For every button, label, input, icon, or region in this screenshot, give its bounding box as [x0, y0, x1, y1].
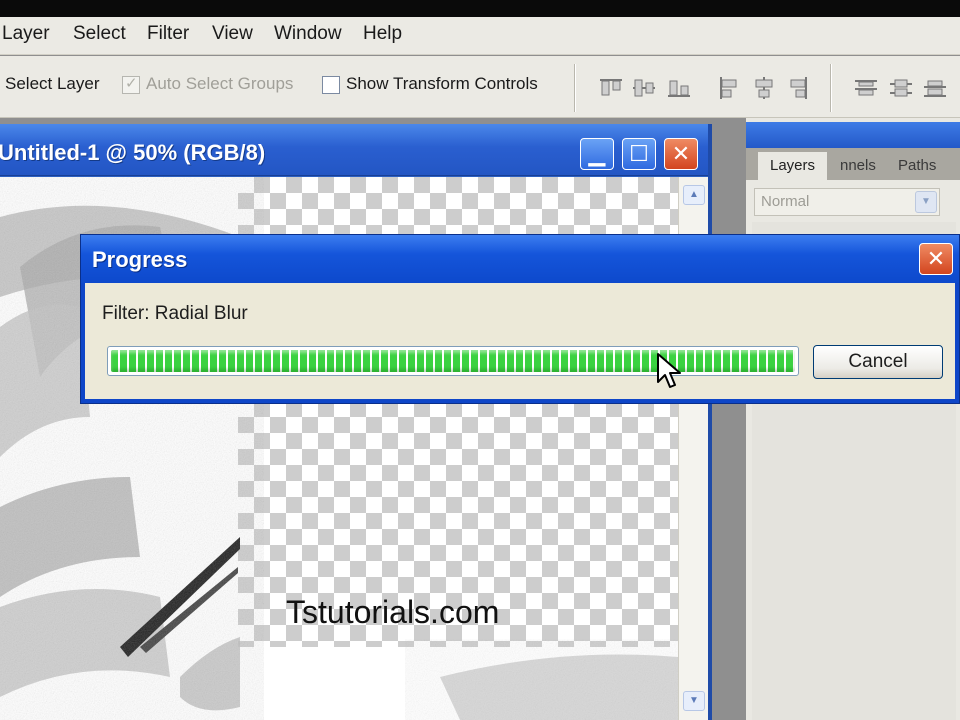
progress-dialog: Progress ✕ Filter: Radial Blur Cancel [80, 234, 960, 404]
layers-panel: Layers nnels Paths Normal ▼ [746, 118, 960, 720]
document-title: Untitled-1 @ 50% (RGB/8) [0, 140, 266, 165]
document-window: Untitled-1 @ 50% (RGB/8) ▁ ☐ ✕ Tstutoria… [0, 124, 712, 720]
menu-layer[interactable]: Layer [2, 23, 50, 45]
close-icon: ✕ [671, 141, 691, 166]
align-vcenter-icon[interactable] [631, 76, 657, 100]
minimize-icon: ▁ [588, 141, 606, 166]
mouse-cursor-icon [657, 353, 681, 388]
menu-view[interactable]: View [212, 23, 253, 45]
screen-top-edge [0, 0, 960, 17]
checkmark-icon: ✓ [125, 75, 138, 92]
toolbar-separator [830, 64, 832, 112]
maximize-button[interactable]: ☐ [622, 138, 656, 170]
menu-filter[interactable]: Filter [147, 23, 189, 45]
align-right-icon[interactable] [785, 76, 811, 100]
menu-select[interactable]: Select [73, 23, 126, 45]
auto-select-groups-label: Auto Select Groups [146, 74, 294, 93]
options-bar: Select Layer ✓ Auto Select Groups Show T… [0, 56, 960, 118]
document-titlebar[interactable]: Untitled-1 @ 50% (RGB/8) ▁ ☐ ✕ [0, 124, 708, 176]
blend-mode-value: Normal [761, 193, 810, 210]
cancel-button[interactable]: Cancel [813, 345, 943, 379]
align-bottom-icon[interactable] [666, 76, 692, 100]
dialog-title: Progress [92, 247, 188, 272]
dialog-close-button[interactable]: ✕ [919, 243, 953, 275]
align-left-icon[interactable] [716, 76, 742, 100]
close-icon: ✕ [926, 246, 946, 271]
scroll-down-icon[interactable]: ▼ [683, 691, 705, 711]
show-transform-controls-label: Show Transform Controls [346, 74, 538, 93]
chevron-down-icon[interactable]: ▼ [915, 191, 937, 213]
menu-bar: Layer Select Filter View Window Help [0, 17, 960, 55]
align-top-icon[interactable] [598, 76, 624, 100]
align-hcenter-icon[interactable] [751, 76, 777, 100]
dialog-titlebar[interactable]: Progress ✕ [81, 235, 959, 283]
tab-paths[interactable]: Paths [892, 152, 948, 180]
watermark-text: Tstutorials.com [286, 594, 500, 630]
blend-mode-select[interactable]: Normal ▼ [754, 188, 940, 216]
show-transform-controls-checkbox[interactable] [322, 76, 340, 94]
distribute-vcenter-icon[interactable] [888, 76, 914, 100]
maximize-icon: ☐ [629, 141, 649, 166]
progress-bar-fill [111, 350, 795, 372]
menu-help[interactable]: Help [363, 23, 402, 45]
toolbar-separator [574, 64, 576, 112]
dialog-body: Filter: Radial Blur Cancel [85, 283, 955, 399]
distribute-bottom-icon[interactable] [922, 76, 948, 100]
scroll-up-icon[interactable]: ▲ [683, 185, 705, 205]
auto-select-groups-checkbox[interactable]: ✓ [122, 75, 140, 94]
minimize-button[interactable]: ▁ [580, 138, 614, 170]
progress-bar [107, 346, 799, 376]
document-close-button[interactable]: ✕ [664, 138, 698, 170]
panel-tab-strip: Layers nnels Paths [746, 148, 960, 180]
panel-titlebar[interactable] [746, 122, 960, 148]
select-layer-label: Select Layer [5, 74, 100, 93]
tab-channels[interactable]: nnels [838, 152, 888, 180]
tab-layers[interactable]: Layers [758, 152, 828, 180]
filter-status-label: Filter: Radial Blur [102, 303, 248, 324]
menu-window[interactable]: Window [274, 23, 342, 45]
distribute-top-icon[interactable] [853, 76, 879, 100]
